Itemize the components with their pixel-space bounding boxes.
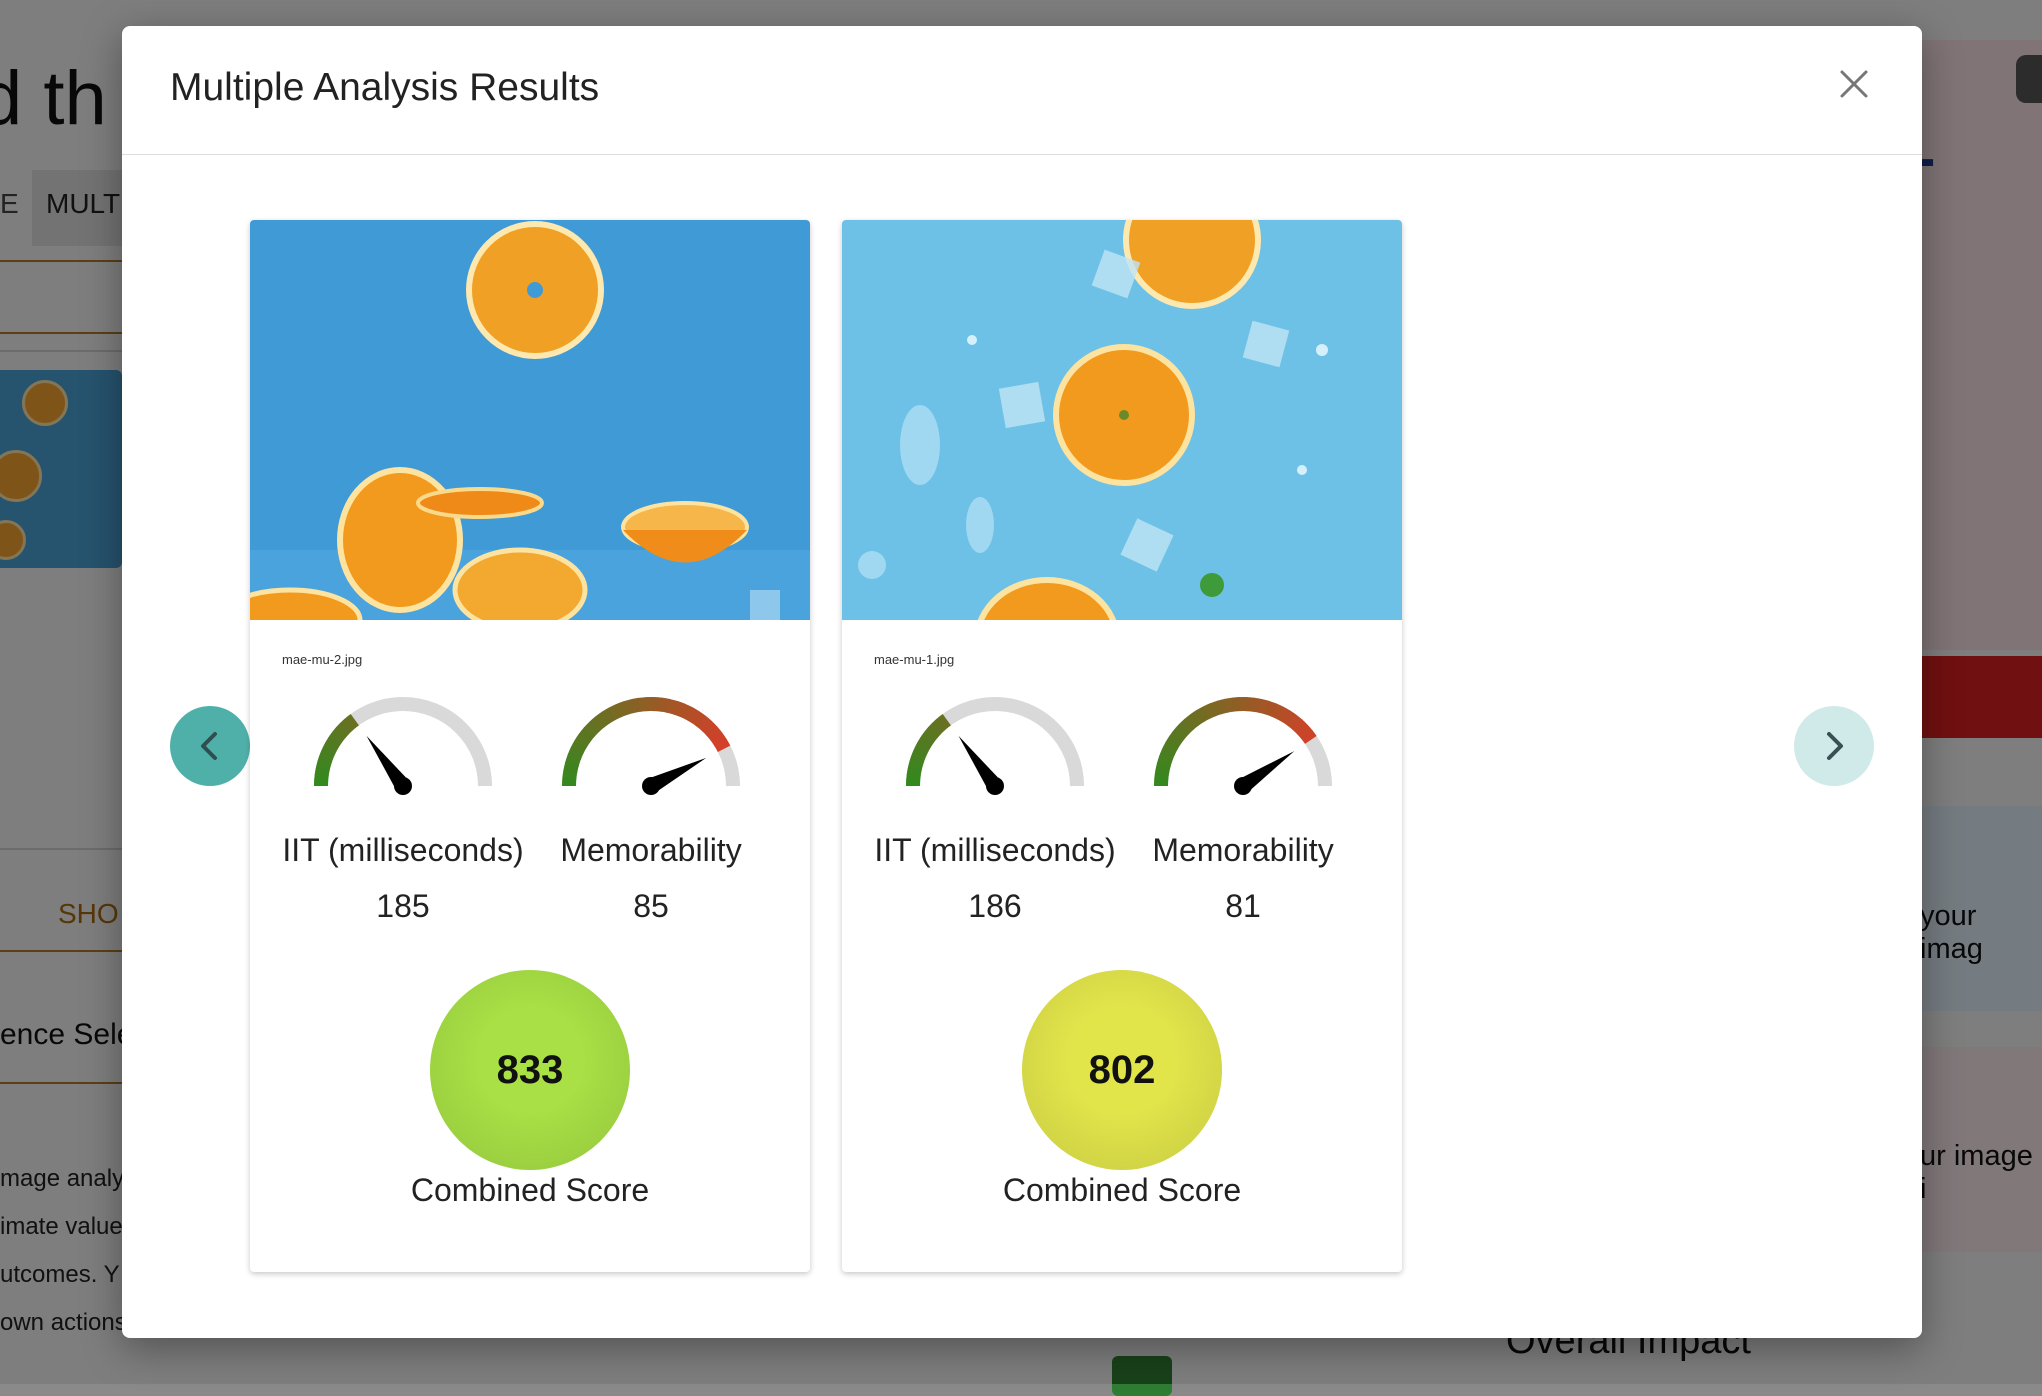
memorability-gauge (1143, 686, 1343, 796)
gauge-fill-segment (707, 726, 713, 732)
gauge-fill-segment (1184, 724, 1190, 729)
gauge-fill-segment (1286, 716, 1293, 720)
iit-label: IIT (milliseconds) (870, 832, 1120, 869)
result-filename: mae-mu-2.jpg (282, 652, 362, 667)
combined-score-label: Combined Score (842, 1172, 1402, 1209)
gauge-fill-segment (1297, 724, 1303, 730)
memorability-label: Memorability (1118, 832, 1368, 869)
chevron-left-icon (190, 726, 230, 766)
memorability-label: Memorability (526, 832, 776, 869)
gauge-fill-segment (1166, 751, 1169, 758)
gauge-track (1161, 704, 1325, 786)
gauge-fill-segment (618, 708, 626, 711)
gauge-hub (986, 777, 1004, 795)
gauge-fill-segment (661, 705, 669, 706)
close-icon[interactable] (1832, 62, 1876, 106)
gauge-fill-segment (675, 708, 683, 711)
gauge-fill-segment (695, 717, 702, 722)
iit-label: IIT (milliseconds) (278, 832, 528, 869)
gauge-fill-segment (584, 732, 589, 739)
gauge-fill-segment (668, 706, 676, 708)
modal-header: Multiple Analysis Results (122, 26, 1922, 155)
gauge-fill-segment (1179, 729, 1184, 735)
gauge-fill-segment (632, 705, 640, 707)
gauge-fill-segment (1302, 729, 1307, 735)
gauge-track (569, 704, 733, 786)
memorability-value: 81 (1118, 888, 1368, 925)
gauge-fill-segment (639, 704, 647, 705)
result-filename: mae-mu-1.jpg (874, 652, 954, 667)
gauge-fill-segment (569, 770, 570, 778)
gauge-fill-segment (1280, 713, 1287, 717)
gauge-fill-segment (654, 704, 662, 705)
memorability-gauge (551, 686, 751, 796)
gauge-fill-segment (589, 726, 595, 732)
result-card: mae-mu-2.jpg IIT (milliseconds) 185 Memo… (250, 220, 810, 1272)
gauge-fill-segment (1168, 745, 1172, 752)
gauge-fill-segment (701, 721, 707, 726)
result-image[interactable] (842, 220, 1402, 620)
gauge-hub (1234, 777, 1252, 795)
gauge-fill-segment (611, 711, 618, 715)
gauge-fill-segment (599, 717, 606, 722)
combined-score-badge: 833 (430, 970, 630, 1170)
gauge-fill-segment (1273, 710, 1280, 713)
gauge-fill-segment (720, 742, 724, 748)
gauge-fill-segment (1189, 720, 1195, 725)
carousel-prev-button[interactable] (170, 706, 250, 786)
memorability-value: 85 (526, 888, 776, 925)
iit-value: 186 (870, 888, 1120, 925)
iit-value: 185 (278, 888, 528, 925)
gauge-fill-segment (1194, 716, 1201, 720)
gauge-fill-segment (594, 722, 600, 727)
iit-gauge (303, 686, 503, 796)
gauge-fill-segment (1162, 764, 1164, 772)
gauge-fill-segment (689, 713, 696, 717)
gauge-fill-segment (625, 706, 633, 708)
chevron-right-icon (1814, 726, 1854, 766)
result-card: mae-mu-1.jpg IIT (milliseconds) 186 Memo… (842, 220, 1402, 1272)
gauge-fill-segment (1161, 771, 1162, 779)
gauge-fill-segment (1171, 739, 1175, 746)
gauge-fill-segment (1246, 704, 1254, 705)
gauge-fill-segment (1212, 707, 1220, 710)
iit-gauge (895, 686, 1095, 796)
gauge-fill-segment (1226, 705, 1234, 706)
gauge-fill-segment (1219, 706, 1227, 708)
gauge-fill-segment (1164, 758, 1166, 766)
gauge-fill-segment (712, 731, 717, 737)
gauge-track (913, 704, 1077, 786)
combined-score-badge: 802 (1022, 970, 1222, 1170)
gauge-fill-segment (580, 737, 585, 744)
gauge-fill-segment (570, 763, 572, 771)
gauge-fill-segment (605, 714, 612, 718)
modal-title: Multiple Analysis Results (170, 66, 599, 110)
gauge-fill-segment (574, 750, 577, 758)
gauge-hub (642, 777, 660, 795)
gauge-fill-segment (1267, 708, 1275, 711)
gauge-fill-segment (716, 736, 721, 743)
gauge-fill-segment (1292, 720, 1298, 725)
gauge-fill-segment (1260, 706, 1268, 708)
gauge-fill-segment (572, 756, 575, 764)
gauge-fill-segment (1232, 704, 1240, 705)
gauge-fill-segment (1307, 734, 1311, 740)
gauge-fill-segment (682, 710, 690, 714)
result-image[interactable] (250, 220, 810, 620)
gauge-fill-segment (577, 743, 581, 750)
carousel-next-button[interactable] (1794, 706, 1874, 786)
gauge-track (321, 704, 485, 786)
gauge-fill-segment (945, 720, 947, 722)
gauge-hub (394, 777, 412, 795)
gauge-fill-segment (1206, 710, 1213, 713)
gauge-fill-segment (1200, 712, 1207, 716)
gauge-fill-segment (1175, 734, 1180, 740)
combined-score-label: Combined Score (250, 1172, 810, 1209)
gauge-fill-segment (1253, 705, 1261, 706)
results-modal: Multiple Analysis Results (122, 26, 1922, 1338)
gauge-fill-segment (353, 720, 355, 722)
